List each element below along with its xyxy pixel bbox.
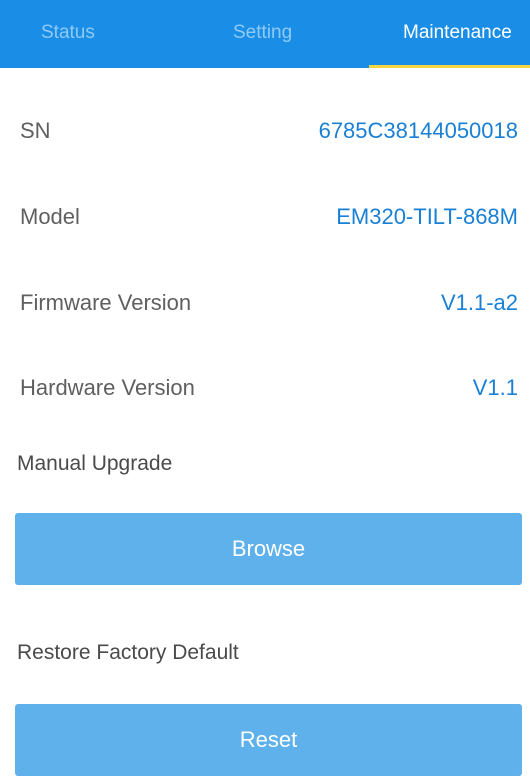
sn-row: SN 6785C38144050018 xyxy=(0,118,530,158)
tab-status[interactable]: Status xyxy=(41,0,95,68)
manual-upgrade-label: Manual Upgrade xyxy=(17,452,173,475)
reset-button[interactable]: Reset xyxy=(15,704,522,776)
sn-label: SN xyxy=(20,118,51,143)
browse-button[interactable]: Browse xyxy=(15,513,522,585)
model-value: EM320-TILT-868M xyxy=(336,204,518,229)
tab-maintenance[interactable]: Maintenance xyxy=(403,0,512,68)
model-label: Model xyxy=(20,204,80,229)
hardware-version-label: Hardware Version xyxy=(20,375,195,400)
hardware-version-value: V1.1 xyxy=(472,375,518,400)
hardware-version-row: Hardware Version V1.1 xyxy=(0,375,530,415)
tab-bar: Status Setting Maintenance xyxy=(0,0,530,68)
model-row: Model EM320-TILT-868M xyxy=(0,204,530,244)
firmware-version-label: Firmware Version xyxy=(20,290,192,315)
restore-factory-default-label: Restore Factory Default xyxy=(17,641,239,664)
active-tab-indicator xyxy=(369,65,530,68)
tab-setting[interactable]: Setting xyxy=(233,0,292,68)
firmware-version-value: V1.1-a2 xyxy=(440,290,518,315)
firmware-version-row: Firmware Version V1.1-a2 xyxy=(0,290,530,330)
sn-value: 6785C38144050018 xyxy=(318,118,518,143)
